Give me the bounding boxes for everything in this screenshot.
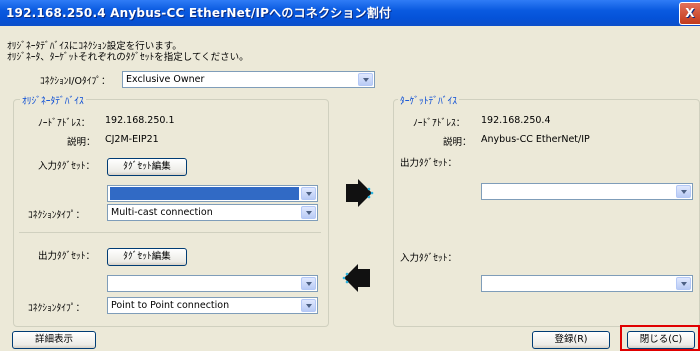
originator-device-title: ｵﾘｼﾞﾈｰﾀﾃﾞﾊﾞｲｽ: [20, 93, 86, 107]
originator-description-label: 説明：: [67, 137, 96, 148]
window-title: 192.168.250.4 Anybus-CC EtherNet/IPへのコネク…: [6, 6, 392, 20]
target-input-tagset-select[interactable]: [481, 275, 693, 292]
left-arrow-icon: [342, 264, 370, 292]
originator-node-address-label: ﾉｰﾄﾞｱﾄﾞﾚｽ：: [38, 118, 91, 129]
connection-io-type-label: ｺﾈｸｼｮﾝI/Oﾀｲﾌﾟ：: [40, 76, 111, 87]
originator-divider: [19, 232, 321, 233]
register-button[interactable]: 登録(R): [532, 331, 610, 349]
originator-output-connection-type-select[interactable]: Point to Point connection: [107, 297, 318, 314]
highlight-box: [620, 325, 700, 351]
close-window-icon[interactable]: X: [679, 2, 700, 25]
originator-node-address: 192.168.250.1: [105, 115, 175, 126]
chevron-down-icon[interactable]: [301, 206, 316, 219]
originator-input-connection-type-value: Multi-cast connection: [111, 207, 213, 218]
originator-output-connection-type-value: Point to Point connection: [111, 300, 230, 311]
originator-input-connection-type-label: ｺﾈｸｼｮﾝﾀｲﾌﾟ：: [28, 210, 86, 221]
originator-input-connection-type-select[interactable]: Multi-cast connection: [107, 204, 318, 221]
chevron-down-icon[interactable]: [358, 73, 373, 86]
chevron-down-icon[interactable]: [301, 187, 316, 200]
connection-io-type-select[interactable]: Exclusive Owner: [122, 71, 375, 88]
chevron-down-icon[interactable]: [676, 277, 691, 290]
chevron-down-icon[interactable]: [301, 277, 316, 290]
target-description-label: 説明：: [443, 137, 472, 148]
originator-input-tagset-label: 入力ﾀｸﾞｾｯﾄ：: [38, 161, 96, 172]
originator-output-tagset-edit-button[interactable]: ﾀｸﾞｾｯﾄ編集: [107, 248, 187, 266]
description-line-2: ｵﾘｼﾞﾈｰﾀ、ﾀｰｹﾞｯﾄそれぞれのﾀｸﾞｾｯﾄを指定してください。: [7, 52, 249, 63]
target-device-title: ﾀｰｹﾞｯﾄﾃﾞﾊﾞｲｽ: [398, 93, 460, 107]
connection-io-type-value: Exclusive Owner: [126, 74, 205, 85]
target-node-address-label: ﾉｰﾄﾞｱﾄﾞﾚｽ：: [413, 118, 466, 129]
originator-output-connection-type-label: ｺﾈｸｼｮﾝﾀｲﾌﾟ：: [28, 303, 86, 314]
originator-output-tagset-select[interactable]: [107, 275, 318, 292]
chevron-down-icon[interactable]: [676, 185, 691, 198]
originator-input-tagset-value: [110, 187, 299, 200]
chevron-down-icon[interactable]: [301, 299, 316, 312]
target-output-tagset-label: 出力ﾀｸﾞｾｯﾄ：: [400, 158, 458, 169]
originator-input-tagset-select[interactable]: [107, 185, 318, 202]
originator-description: CJ2M-EIP21: [105, 134, 159, 145]
target-input-tagset-label: 入力ﾀｸﾞｾｯﾄ：: [400, 253, 458, 264]
target-node-address: 192.168.250.4: [481, 115, 551, 126]
originator-output-tagset-label: 出力ﾀｸﾞｾｯﾄ：: [38, 251, 96, 262]
details-button[interactable]: 詳細表示: [12, 331, 96, 349]
right-arrow-icon: [346, 179, 374, 207]
target-description: Anybus-CC EtherNet/IP: [481, 134, 590, 145]
target-output-tagset-select[interactable]: [481, 183, 693, 200]
description-line-1: ｵﾘｼﾞﾈｰﾀﾃﾞﾊﾞｲｽにｺﾈｸｼｮﾝ設定を行います。: [7, 41, 182, 52]
window-title-bar[interactable]: 192.168.250.4 Anybus-CC EtherNet/IPへのコネク…: [0, 0, 700, 26]
originator-input-tagset-edit-button[interactable]: ﾀｸﾞｾｯﾄ編集: [107, 158, 187, 176]
